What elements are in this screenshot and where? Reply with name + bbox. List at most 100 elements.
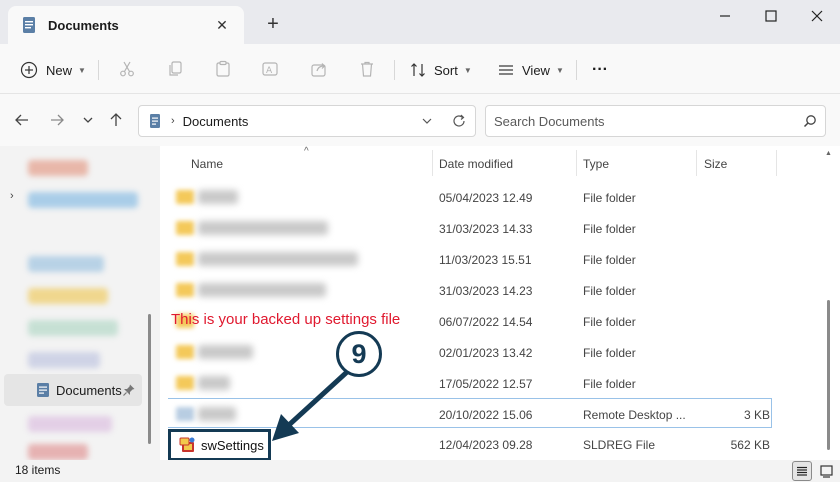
- delete-button[interactable]: [356, 58, 378, 80]
- blurred-nav-item[interactable]: [28, 416, 112, 432]
- view-button[interactable]: View ▼: [498, 56, 564, 84]
- type-cell: File folder: [583, 346, 636, 360]
- type-cell: File folder: [583, 377, 636, 391]
- column-divider[interactable]: [776, 150, 777, 176]
- plus-circle-icon: [20, 61, 38, 79]
- folder-icon: [176, 376, 194, 390]
- refresh-icon[interactable]: [451, 113, 467, 129]
- forward-button[interactable]: [47, 110, 67, 130]
- copy-button[interactable]: [164, 58, 186, 80]
- blurred-file-name: [198, 190, 238, 204]
- blurred-file-name: [198, 283, 326, 297]
- type-cell: SLDREG File: [583, 438, 656, 452]
- column-header-type[interactable]: Type: [583, 154, 609, 174]
- table-row[interactable]: 31/03/2023 14.33 File folder: [168, 213, 772, 243]
- item-count: 18 items: [15, 463, 61, 477]
- tab-documents[interactable]: Documents ✕: [8, 6, 244, 44]
- blurred-nav-item[interactable]: [28, 352, 100, 368]
- documents-folder-icon: [37, 383, 49, 397]
- sidebar-item-label: Documents: [56, 382, 122, 398]
- blurred-file-name: [198, 252, 358, 266]
- cut-button[interactable]: [116, 58, 138, 80]
- share-button[interactable]: [308, 58, 330, 80]
- blurred-nav-item[interactable]: [28, 192, 138, 208]
- sort-button[interactable]: Sort ▼: [410, 56, 472, 84]
- blurred-nav-item[interactable]: [28, 444, 88, 460]
- search-input[interactable]: Search Documents: [485, 105, 826, 137]
- close-window-button[interactable]: [794, 0, 840, 32]
- recent-locations-button[interactable]: [78, 110, 98, 130]
- chevron-down-icon: [83, 117, 93, 123]
- sldreg-file-icon: [179, 437, 195, 452]
- search-icon: [803, 115, 816, 128]
- pin-icon[interactable]: [122, 383, 136, 397]
- table-row[interactable]: 31/03/2023 14.23 File folder: [168, 275, 772, 305]
- column-header-size[interactable]: Size: [704, 154, 727, 174]
- type-cell: File folder: [583, 222, 636, 236]
- rename-button[interactable]: A: [259, 58, 281, 80]
- table-row[interactable]: 11/03/2023 15.51 File folder: [168, 244, 772, 274]
- folder-icon: [176, 221, 194, 235]
- back-button[interactable]: [12, 110, 32, 130]
- breadcrumb[interactable]: Documents: [183, 114, 421, 129]
- close-icon: [811, 10, 823, 22]
- maximize-button[interactable]: [748, 0, 794, 32]
- column-divider[interactable]: [576, 150, 577, 176]
- blurred-nav-item[interactable]: [28, 288, 108, 304]
- documents-folder-icon: [150, 114, 160, 128]
- table-row[interactable]: 02/01/2023 13.42 File folder: [168, 337, 772, 367]
- separator: [394, 60, 395, 80]
- address-bar[interactable]: › Documents: [138, 105, 476, 137]
- paste-button[interactable]: [212, 58, 234, 80]
- navigation-pane: [0, 146, 158, 460]
- date-cell: 17/05/2022 12.57: [439, 377, 533, 391]
- chevron-down-icon: ▼: [555, 65, 564, 75]
- file-name: swSettings: [201, 437, 264, 453]
- table-row[interactable]: 20/10/2022 15.06 Remote Desktop ... 3 KB: [168, 398, 772, 428]
- scroll-up-icon[interactable]: ▲: [825, 150, 832, 157]
- sw-settings-file[interactable]: swSettings: [168, 429, 271, 461]
- type-cell: File folder: [583, 284, 636, 298]
- more-options-icon[interactable]: ···: [592, 56, 608, 84]
- new-label: New: [46, 62, 73, 78]
- blurred-nav-item[interactable]: [28, 160, 88, 176]
- step-number-badge: 9: [336, 331, 382, 377]
- column-header-date-modified[interactable]: Date modified: [439, 154, 513, 174]
- type-cell: Remote Desktop ...: [583, 408, 686, 422]
- column-divider[interactable]: [432, 150, 433, 176]
- search-placeholder: Search Documents: [494, 113, 605, 129]
- chevron-down-icon[interactable]: [421, 115, 433, 127]
- sort-label: Sort: [434, 62, 458, 78]
- date-cell: 11/03/2023 15.51: [439, 253, 532, 267]
- svg-text:A: A: [266, 66, 273, 76]
- sort-icon: [411, 63, 425, 77]
- column-divider[interactable]: [696, 150, 697, 176]
- expand-chevron-icon[interactable]: ›: [10, 190, 14, 202]
- up-button[interactable]: [106, 110, 126, 130]
- arrow-up-icon: [110, 113, 122, 126]
- sidebar-item-documents[interactable]: Documents: [4, 374, 142, 406]
- share-icon: [311, 63, 326, 77]
- blurred-nav-item[interactable]: [28, 320, 118, 336]
- separator: [576, 60, 577, 80]
- nav-scrollbar[interactable]: [148, 314, 151, 444]
- new-tab-button[interactable]: +: [262, 13, 284, 35]
- table-row[interactable]: 17/05/2022 12.57 File folder: [168, 368, 772, 398]
- breadcrumb-chevron-icon[interactable]: ›: [171, 115, 175, 127]
- new-button[interactable]: New ▼: [20, 56, 86, 84]
- column-header-name[interactable]: Name: [191, 154, 223, 174]
- date-cell: 20/10/2022 15.06: [439, 408, 533, 422]
- details-view-button[interactable]: [792, 461, 812, 481]
- minimize-button[interactable]: [702, 0, 748, 32]
- table-row[interactable]: 05/04/2023 12.49 File folder: [168, 182, 772, 212]
- blurred-nav-item[interactable]: [28, 256, 104, 272]
- blurred-file-name: [198, 376, 230, 390]
- file-list-scrollbar[interactable]: [827, 300, 830, 450]
- tiles-view-button[interactable]: [816, 461, 836, 481]
- view-lines-icon: [499, 65, 513, 75]
- date-cell: 05/04/2023 12.49: [439, 191, 533, 205]
- blurred-file-name: [198, 345, 253, 359]
- folder-icon: [176, 283, 194, 297]
- file-list: ^ Name Date modified Type Size 05/04/202…: [160, 146, 840, 460]
- close-tab-icon[interactable]: ✕: [212, 15, 232, 35]
